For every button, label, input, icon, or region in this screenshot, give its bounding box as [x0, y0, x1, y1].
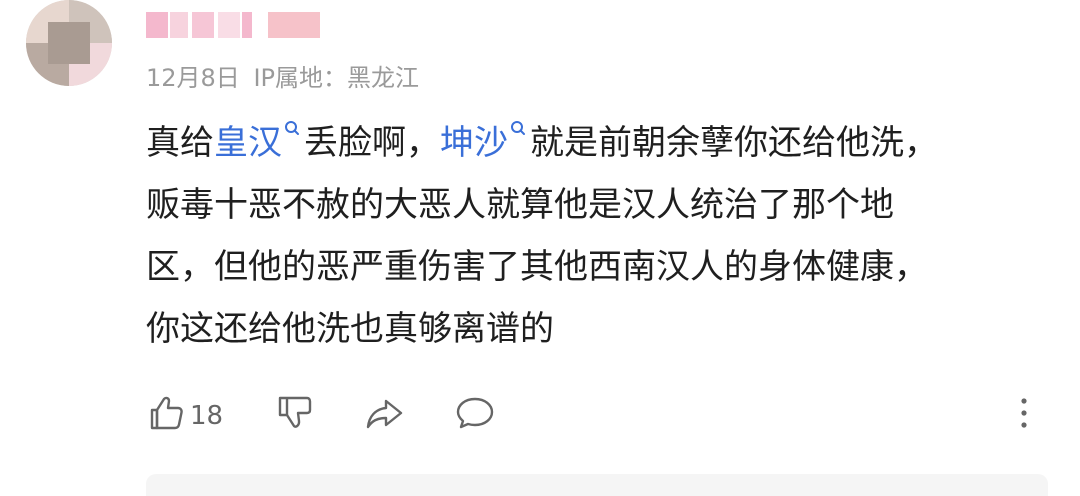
- topic-link-huanghan[interactable]: 皇汉: [214, 123, 282, 163]
- reply-preview-box[interactable]: [146, 474, 1048, 496]
- comment-line: 区，但他的恶严重伤害了其他西南汉人的身体健康，: [146, 247, 928, 287]
- dislike-button[interactable]: [274, 396, 314, 436]
- comment-line: 你这还给他洗也真够离谱的: [146, 309, 554, 349]
- username-pixel: [268, 12, 320, 38]
- search-icon[interactable]: [284, 120, 300, 142]
- share-icon: [364, 393, 406, 440]
- comment-line: 贩毒十恶不赦的大恶人就算他是汉人统治了那个地: [146, 185, 894, 225]
- like-count: 18: [190, 401, 224, 431]
- text-segment: 丢脸啊，: [304, 123, 440, 163]
- username-pixel: [170, 12, 188, 38]
- thumbs-down-icon: [274, 393, 314, 440]
- like-button[interactable]: 18: [146, 396, 223, 436]
- topic-link-kunsha[interactable]: 坤沙: [440, 123, 508, 163]
- text-segment: 真给: [146, 123, 214, 163]
- comment-date: 12月8日: [146, 64, 240, 92]
- search-icon[interactable]: [510, 120, 526, 142]
- username-pixel: [242, 12, 252, 38]
- reply-button[interactable]: [454, 396, 496, 436]
- comment-text: 真给皇汉 丢脸啊，坤沙 就是前朝余孽你还给他洗， 贩毒十恶不赦的大恶人就算他是汉人统…: [146, 112, 1046, 360]
- thumbs-up-icon: [146, 393, 186, 440]
- more-vertical-icon: [1014, 393, 1034, 440]
- ip-location: IP属地：黑龙江: [253, 64, 420, 92]
- username-pixel: [218, 12, 240, 38]
- share-button[interactable]: [364, 396, 406, 436]
- username-blurred[interactable]: [146, 12, 326, 40]
- comment-meta: 12月8日 IP属地：黑龙江: [146, 58, 425, 93]
- comment-line: 真给皇汉 丢脸啊，坤沙 就是前朝余孽你还给他洗，: [146, 112, 1046, 174]
- comment-icon: [454, 393, 496, 440]
- username-pixel: [146, 12, 168, 38]
- avatar-pixel: [48, 22, 90, 64]
- comment-card: 12月8日 IP属地：黑龙江 真给皇汉 丢脸啊，坤沙 就是前朝余孽你还给他洗， 贩毒…: [0, 0, 1080, 496]
- text-segment: 就是前朝余孽你还给他洗，: [530, 123, 938, 163]
- username-pixel: [192, 12, 214, 38]
- avatar[interactable]: [26, 0, 112, 86]
- more-button[interactable]: [1014, 396, 1034, 436]
- comment-actions: 18: [146, 396, 1046, 440]
